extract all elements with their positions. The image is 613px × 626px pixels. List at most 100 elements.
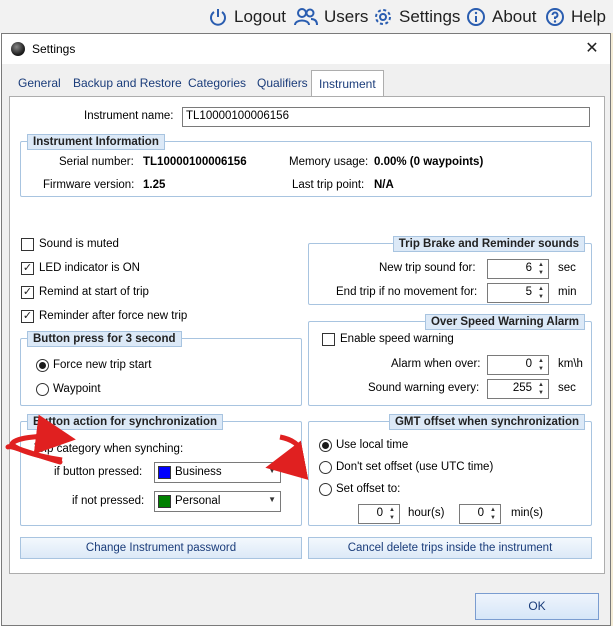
use-local-time-radio[interactable]	[319, 439, 332, 452]
instrument-info-title: Instrument Information	[27, 134, 165, 150]
close-button[interactable]: ✕	[580, 38, 604, 60]
not-pressed-category-value: Personal	[175, 495, 221, 507]
trip-category-label: Trip category when synching:	[34, 443, 184, 455]
force-new-trip-radio[interactable]	[36, 359, 49, 372]
spinner-arrows-icon[interactable]: ▲ ▼	[535, 285, 547, 301]
end-trip-value: 5	[525, 286, 532, 298]
spinner-arrows-icon[interactable]: ▲ ▼	[535, 261, 547, 277]
app-logo-icon	[11, 42, 25, 56]
serial-number-label: Serial number:	[59, 156, 134, 168]
users-link[interactable]: Users	[294, 5, 368, 29]
firmware-version-label: Firmware version:	[43, 179, 135, 191]
alarm-when-over-spinner[interactable]: 0 ▲ ▼	[487, 355, 549, 375]
settings-dialog: Settings ✕ General Backup and Restore Ca…	[1, 33, 611, 626]
ok-button[interactable]: OK	[475, 593, 599, 620]
settings-link[interactable]: Settings	[373, 5, 460, 29]
settings-label: Settings	[399, 7, 461, 26]
enable-speed-warning-label: Enable speed warning	[340, 333, 454, 345]
info-icon	[467, 8, 485, 26]
sound-muted-label: Sound is muted	[39, 238, 119, 250]
offset-minutes-spinner[interactable]: 0 ▲ ▼	[459, 504, 501, 524]
new-trip-sound-spinner[interactable]: 6 ▲ ▼	[487, 259, 549, 279]
led-indicator-checkbox[interactable]: ✓	[21, 262, 34, 275]
utc-time-label: Don't set offset (use UTC time)	[336, 461, 494, 473]
enable-speed-warning-checkbox[interactable]	[322, 333, 335, 346]
spinner-arrows-icon[interactable]: ▲ ▼	[535, 357, 547, 373]
new-trip-sound-value: 6	[525, 262, 532, 274]
top-navigation-bar: Logout Users Settings About Help	[0, 0, 613, 33]
tab-instrument[interactable]: Instrument	[311, 70, 384, 98]
pressed-category-value: Business	[175, 466, 222, 478]
spinner-arrows-icon[interactable]: ▲ ▼	[386, 506, 398, 522]
tab-backup-restore[interactable]: Backup and Restore	[66, 72, 189, 96]
reminder-force-checkbox[interactable]: ✓	[21, 310, 34, 323]
users-icon	[294, 8, 318, 26]
button-press-title: Button press for 3 second	[27, 331, 182, 347]
set-offset-radio[interactable]	[319, 483, 332, 496]
end-trip-unit: min	[558, 286, 577, 298]
pressed-category-select[interactable]: Business ▼	[154, 462, 281, 483]
last-trip-point-label: Last trip point:	[292, 179, 365, 191]
gmt-offset-title: GMT offset when synchronization	[388, 414, 585, 430]
chevron-down-icon: ▼	[268, 466, 276, 475]
sound-warning-every-label: Sound warning every:	[368, 382, 480, 394]
offset-hours-value: 0	[376, 507, 383, 519]
if-button-pressed-label: if button pressed:	[54, 466, 143, 478]
gear-icon	[375, 9, 391, 25]
gmt-offset-group: GMT offset when synchronization Use loca…	[308, 414, 592, 526]
green-color-swatch	[158, 495, 171, 508]
end-trip-spinner[interactable]: 5 ▲ ▼	[487, 283, 549, 303]
overspeed-group: Over Speed Warning Alarm Enable speed wa…	[308, 314, 592, 406]
sound-warning-every-spinner[interactable]: 255 ▲ ▼	[487, 379, 549, 399]
help-label: Help	[571, 7, 606, 26]
tab-qualifiers[interactable]: Qualifiers	[250, 72, 315, 96]
instrument-info-group: Instrument Information Serial number: TL…	[20, 134, 592, 197]
waypoint-radio[interactable]	[36, 383, 49, 396]
offset-hours-spinner[interactable]: 0 ▲ ▼	[358, 504, 400, 524]
sound-muted-checkbox[interactable]	[21, 238, 34, 251]
instrument-name-input[interactable]: TL10000100006156	[182, 107, 590, 127]
power-icon	[210, 9, 226, 26]
new-trip-sound-label: New trip sound for:	[379, 262, 476, 274]
instrument-tab-panel: Instrument name: TL10000100006156 Instru…	[9, 96, 605, 574]
tab-general[interactable]: General	[11, 72, 68, 96]
last-trip-point-value: N/A	[374, 179, 394, 191]
firmware-version-value: 1.25	[143, 179, 166, 191]
sync-action-group: Button action for synchronization Trip c…	[20, 414, 302, 526]
blue-color-swatch	[158, 466, 171, 479]
overspeed-title: Over Speed Warning Alarm	[424, 314, 585, 330]
users-label: Users	[324, 7, 369, 26]
offset-hours-unit: hour(s)	[408, 507, 445, 519]
new-trip-sound-unit: sec	[558, 262, 576, 274]
memory-usage-label: Memory usage:	[289, 156, 369, 168]
utc-time-radio[interactable]	[319, 461, 332, 474]
offset-minutes-value: 0	[477, 507, 484, 519]
about-label: About	[492, 7, 537, 26]
memory-usage-value: 0.00% (0 waypoints)	[374, 156, 484, 168]
remind-start-label: Remind at start of trip	[39, 286, 149, 298]
about-link[interactable]: About	[466, 5, 536, 29]
alarm-when-over-value: 0	[525, 358, 532, 370]
remind-start-checkbox[interactable]: ✓	[21, 286, 34, 299]
sync-action-title: Button action for synchronization	[27, 414, 223, 430]
spinner-arrows-icon[interactable]: ▲ ▼	[535, 381, 547, 397]
help-link[interactable]: Help	[545, 5, 606, 29]
trip-brake-group: Trip Brake and Reminder sounds New trip …	[308, 236, 592, 305]
chevron-down-icon: ▼	[268, 495, 276, 504]
alarm-when-over-label: Alarm when over:	[391, 358, 481, 370]
logout-link[interactable]: Logout	[208, 5, 286, 29]
alarm-when-over-unit: km\h	[558, 358, 583, 370]
cancel-delete-trips-button[interactable]: Cancel delete trips inside the instrumen…	[308, 537, 592, 559]
set-offset-label: Set offset to:	[336, 483, 401, 495]
change-password-button[interactable]: Change Instrument password	[20, 537, 302, 559]
help-icon	[546, 8, 564, 26]
end-trip-label: End trip if no movement for:	[336, 286, 478, 298]
button-press-group: Button press for 3 second Force new trip…	[20, 331, 302, 406]
not-pressed-category-select[interactable]: Personal ▼	[154, 491, 281, 512]
spinner-arrows-icon[interactable]: ▲ ▼	[487, 506, 499, 522]
force-new-trip-label: Force new trip start	[53, 359, 152, 371]
tab-categories[interactable]: Categories	[181, 72, 253, 96]
dialog-titlebar: Settings ✕	[2, 34, 610, 64]
logout-label: Logout	[234, 7, 286, 26]
use-local-time-label: Use local time	[336, 439, 409, 451]
